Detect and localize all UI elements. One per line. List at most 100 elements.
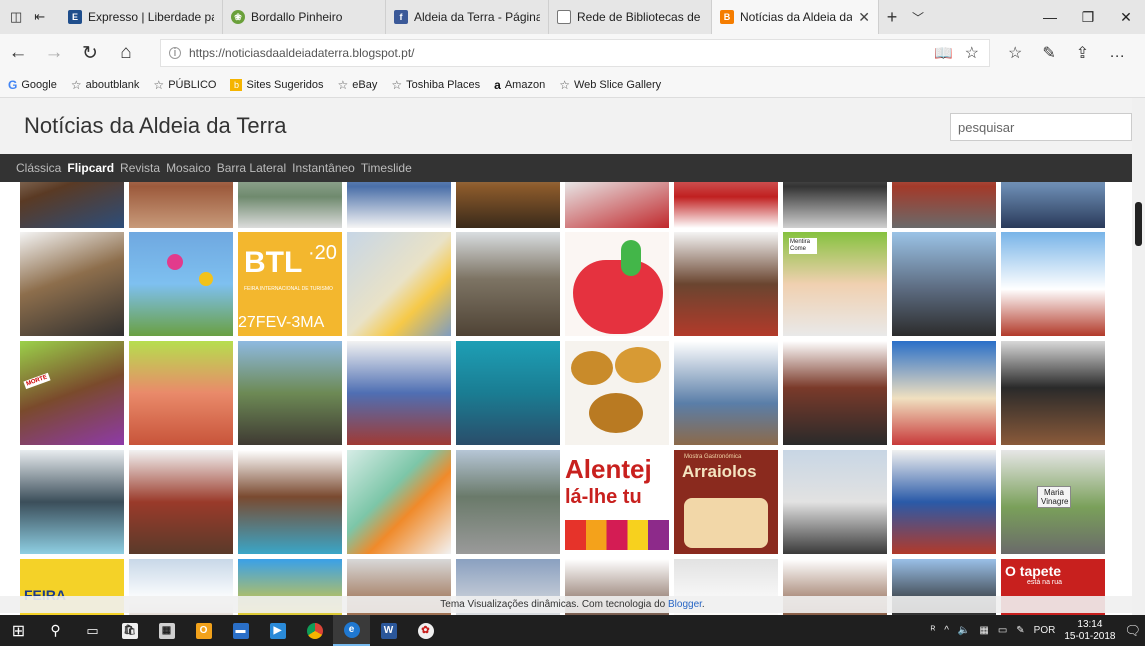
battery-icon[interactable]: ▭ [998, 625, 1007, 636]
favorite-star-icon[interactable]: ☆ [965, 43, 979, 63]
edge-icon[interactable]: e [333, 615, 370, 646]
view-barra-lateral[interactable]: Barra Lateral [217, 161, 286, 175]
chrome-icon[interactable] [296, 615, 333, 646]
scrollbar-thumb[interactable] [1135, 202, 1142, 246]
url-field[interactable]: i https://noticiasdaaldeiadaterra.blogsp… [160, 39, 990, 67]
post-tile[interactable] [565, 232, 669, 336]
close-window-icon[interactable]: ✕ [1107, 0, 1145, 34]
post-tile[interactable] [892, 232, 996, 336]
tab-bordallo[interactable]: ❀ Bordallo Pinheiro [223, 0, 386, 34]
favorite-toshiba[interactable]: ☆ Toshiba Places [391, 78, 480, 92]
post-tile[interactable]: Mentira Come [783, 232, 887, 336]
show-hidden-icon[interactable]: ^ [944, 625, 949, 636]
new-tab-icon[interactable]: + [879, 0, 905, 34]
post-tile[interactable] [1001, 232, 1105, 336]
back-icon[interactable]: ← [0, 42, 36, 64]
favorite-ebay[interactable]: ☆ eBay [338, 78, 378, 92]
notifications-icon[interactable]: 🗨 [1124, 623, 1141, 639]
post-tile[interactable] [674, 341, 778, 445]
task-view-icon[interactable]: ▭ [74, 615, 111, 646]
post-tile[interactable] [347, 182, 451, 228]
reading-view-icon[interactable]: 📖 [934, 44, 953, 62]
refresh-icon[interactable]: ↻ [72, 42, 108, 65]
view-classica[interactable]: Clássica [16, 161, 61, 175]
close-tab-icon[interactable]: ✕ [858, 9, 870, 26]
set-tabs-aside-icon[interactable]: ⇤ [34, 9, 45, 25]
post-tile[interactable]: MORTE [20, 341, 124, 445]
post-tile[interactable]: Alentej lá-lhe tu [565, 450, 669, 554]
post-tile[interactable] [456, 232, 560, 336]
post-tile[interactable] [674, 182, 778, 228]
post-tile[interactable] [565, 341, 669, 445]
scrollbar[interactable] [1132, 98, 1145, 615]
media-player-icon[interactable]: ▶ [259, 615, 296, 646]
post-tile[interactable] [347, 232, 451, 336]
minimize-icon[interactable]: — [1031, 0, 1069, 34]
calculator-icon[interactable]: ▦ [148, 615, 185, 646]
language-indicator[interactable]: POR [1034, 625, 1056, 636]
post-tile[interactable] [892, 341, 996, 445]
post-tile[interactable] [129, 232, 233, 336]
post-tile[interactable] [238, 341, 342, 445]
pen-icon[interactable]: ✎ [1016, 625, 1024, 636]
post-tile[interactable] [20, 182, 124, 228]
tab-bibliotecas[interactable]: Rede de Bibliotecas de Lisb [549, 0, 712, 34]
network-icon[interactable]: ▦ [979, 625, 988, 636]
view-revista[interactable]: Revista [120, 161, 160, 175]
favorites-hub-icon[interactable]: ☆ [1008, 43, 1022, 63]
info-icon[interactable]: i [169, 47, 181, 59]
post-tile[interactable] [1001, 341, 1105, 445]
post-tile[interactable]: Mostra Gastronómica Arraiolos [674, 450, 778, 554]
post-tile[interactable] [783, 341, 887, 445]
post-tile[interactable] [347, 450, 451, 554]
post-tile[interactable] [129, 450, 233, 554]
file-explorer-icon[interactable]: ▬ [222, 615, 259, 646]
tab-noticias[interactable]: B Notícias da Aldeia da Te ✕ [712, 0, 879, 34]
tab-aldeia-facebook[interactable]: f Aldeia da Terra - Página inic [386, 0, 549, 34]
search-input[interactable]: pesquisar [950, 113, 1132, 141]
restore-icon[interactable]: ❐ [1069, 0, 1107, 34]
more-icon[interactable]: … [1109, 44, 1125, 62]
favorite-publico[interactable]: ☆ PÚBLICO [153, 78, 216, 92]
post-tile[interactable] [238, 182, 342, 228]
web-note-icon[interactable]: ✎ [1042, 43, 1055, 63]
view-timeslide[interactable]: Timeslide [361, 161, 412, 175]
volume-icon[interactable]: 🔈 [958, 625, 970, 636]
blog-title[interactable]: Notícias da Aldeia da Terra [24, 113, 287, 139]
view-flipcard[interactable]: Flipcard [67, 161, 114, 175]
favorite-sites-sugeridos[interactable]: b Sites Sugeridos [230, 78, 324, 91]
post-tile[interactable]: BTL ·20 FEIRA INTERNACIONAL DE TURISMO 2… [238, 232, 342, 336]
post-tile[interactable] [783, 182, 887, 228]
clock[interactable]: 13:14 15-01-2018 [1064, 619, 1115, 643]
view-instantaneo[interactable]: Instantâneo [292, 161, 355, 175]
post-tile[interactable] [892, 450, 996, 554]
tab-expresso[interactable]: E Expresso | Liberdade para p [60, 0, 223, 34]
tab-preview-icon[interactable]: ◫ [10, 9, 22, 25]
home-icon[interactable]: ⌂ [108, 42, 144, 64]
share-icon[interactable]: ⇪ [1076, 43, 1089, 63]
paint-icon[interactable]: ✿ [407, 615, 444, 646]
post-tile[interactable] [20, 450, 124, 554]
post-tile[interactable] [456, 341, 560, 445]
post-tile[interactable] [456, 450, 560, 554]
store-icon[interactable]: 🛍 [111, 615, 148, 646]
post-tile[interactable] [892, 182, 996, 228]
post-tile[interactable] [20, 232, 124, 336]
favorite-google[interactable]: G Google [8, 78, 57, 92]
favorite-aboutblank[interactable]: ☆ aboutblank [71, 78, 140, 92]
post-tile[interactable] [456, 182, 560, 228]
post-tile[interactable] [129, 182, 233, 228]
post-tile[interactable] [347, 341, 451, 445]
word-icon[interactable]: W [370, 615, 407, 646]
view-mosaico[interactable]: Mosaico [166, 161, 211, 175]
favorite-web-slice[interactable]: ☆ Web Slice Gallery [559, 78, 661, 92]
post-tile[interactable]: Maria Vinagre [1001, 450, 1105, 554]
forward-icon[interactable]: → [36, 42, 72, 64]
favorite-amazon[interactable]: a Amazon [494, 78, 545, 92]
windows-start-icon[interactable]: ⊞ [0, 615, 37, 646]
people-icon[interactable]: ᴿ [931, 625, 936, 636]
post-tile[interactable] [565, 182, 669, 228]
post-tile[interactable] [783, 450, 887, 554]
post-tile[interactable] [238, 450, 342, 554]
post-tile[interactable] [674, 232, 778, 336]
